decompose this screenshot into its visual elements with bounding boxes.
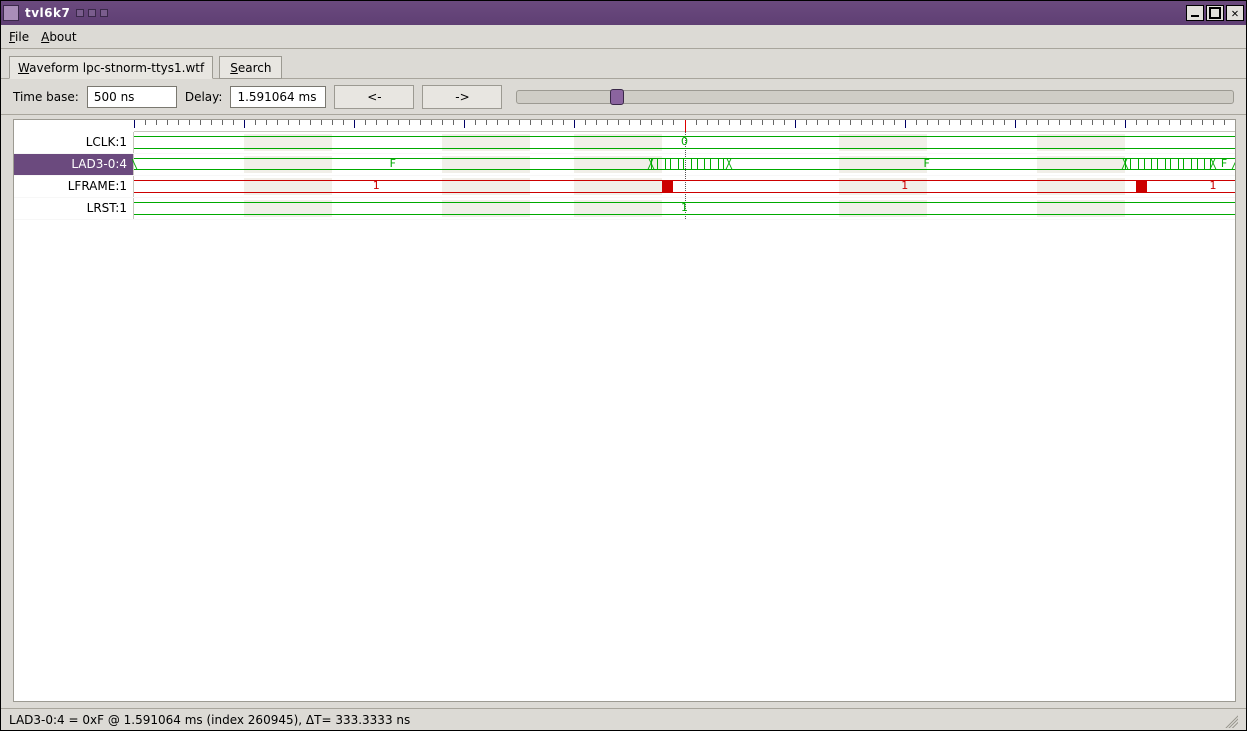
tab-row: Waveform lpc-stnorm-ttys1.wtf Search [1, 49, 1246, 79]
timebase-input[interactable] [87, 86, 177, 108]
signal-name[interactable]: LRST:1 [14, 198, 134, 219]
signal-wave[interactable]: 0 [134, 132, 1235, 153]
delay-input[interactable] [230, 86, 326, 108]
next-button[interactable]: -> [422, 85, 502, 109]
slider-thumb[interactable] [610, 89, 624, 105]
menu-file[interactable]: File [9, 30, 29, 44]
tab-waveform[interactable]: Waveform lpc-stnorm-ttys1.wtf [9, 56, 213, 79]
resize-grip[interactable] [1222, 712, 1238, 728]
signal-wave[interactable]: FFF [134, 154, 1235, 175]
time-ruler[interactable] [134, 120, 1235, 132]
window-title: tvl6k7 [25, 6, 70, 20]
maximize-button[interactable] [1206, 5, 1224, 21]
signal-wave[interactable]: 111 [134, 176, 1235, 197]
delay-label: Delay: [185, 90, 223, 104]
waveform-panel: LCLK:10LAD3-0:4FFFLFRAME:1111LRST:11 [13, 119, 1236, 702]
status-text: LAD3-0:4 = 0xF @ 1.591064 ms (index 2609… [9, 713, 410, 727]
close-button[interactable]: ✕ [1226, 5, 1244, 21]
app-icon [3, 5, 19, 21]
signal-name[interactable]: LCLK:1 [14, 132, 134, 153]
title-bar: tvl6k7 ✕ [1, 1, 1246, 25]
title-decoration [76, 9, 108, 17]
menu-bar: File About [1, 25, 1246, 49]
timebase-label: Time base: [13, 90, 79, 104]
search-button[interactable]: Search [219, 56, 282, 79]
signal-row[interactable]: LRST:11 [14, 198, 1235, 220]
menu-about[interactable]: About [41, 30, 77, 44]
signal-row[interactable]: LAD3-0:4FFF [14, 154, 1235, 176]
status-bar: LAD3-0:4 = 0xF @ 1.591064 ms (index 2609… [1, 708, 1246, 730]
signal-row[interactable]: LCLK:10 [14, 132, 1235, 154]
minimize-button[interactable] [1186, 5, 1204, 21]
control-row: Time base: Delay: <- -> [1, 79, 1246, 115]
signal-name[interactable]: LAD3-0:4 [14, 154, 134, 175]
signal-row[interactable]: LFRAME:1111 [14, 176, 1235, 198]
time-slider[interactable] [516, 90, 1234, 104]
signal-name[interactable]: LFRAME:1 [14, 176, 134, 197]
prev-button[interactable]: <- [334, 85, 414, 109]
signal-wave[interactable]: 1 [134, 198, 1235, 219]
